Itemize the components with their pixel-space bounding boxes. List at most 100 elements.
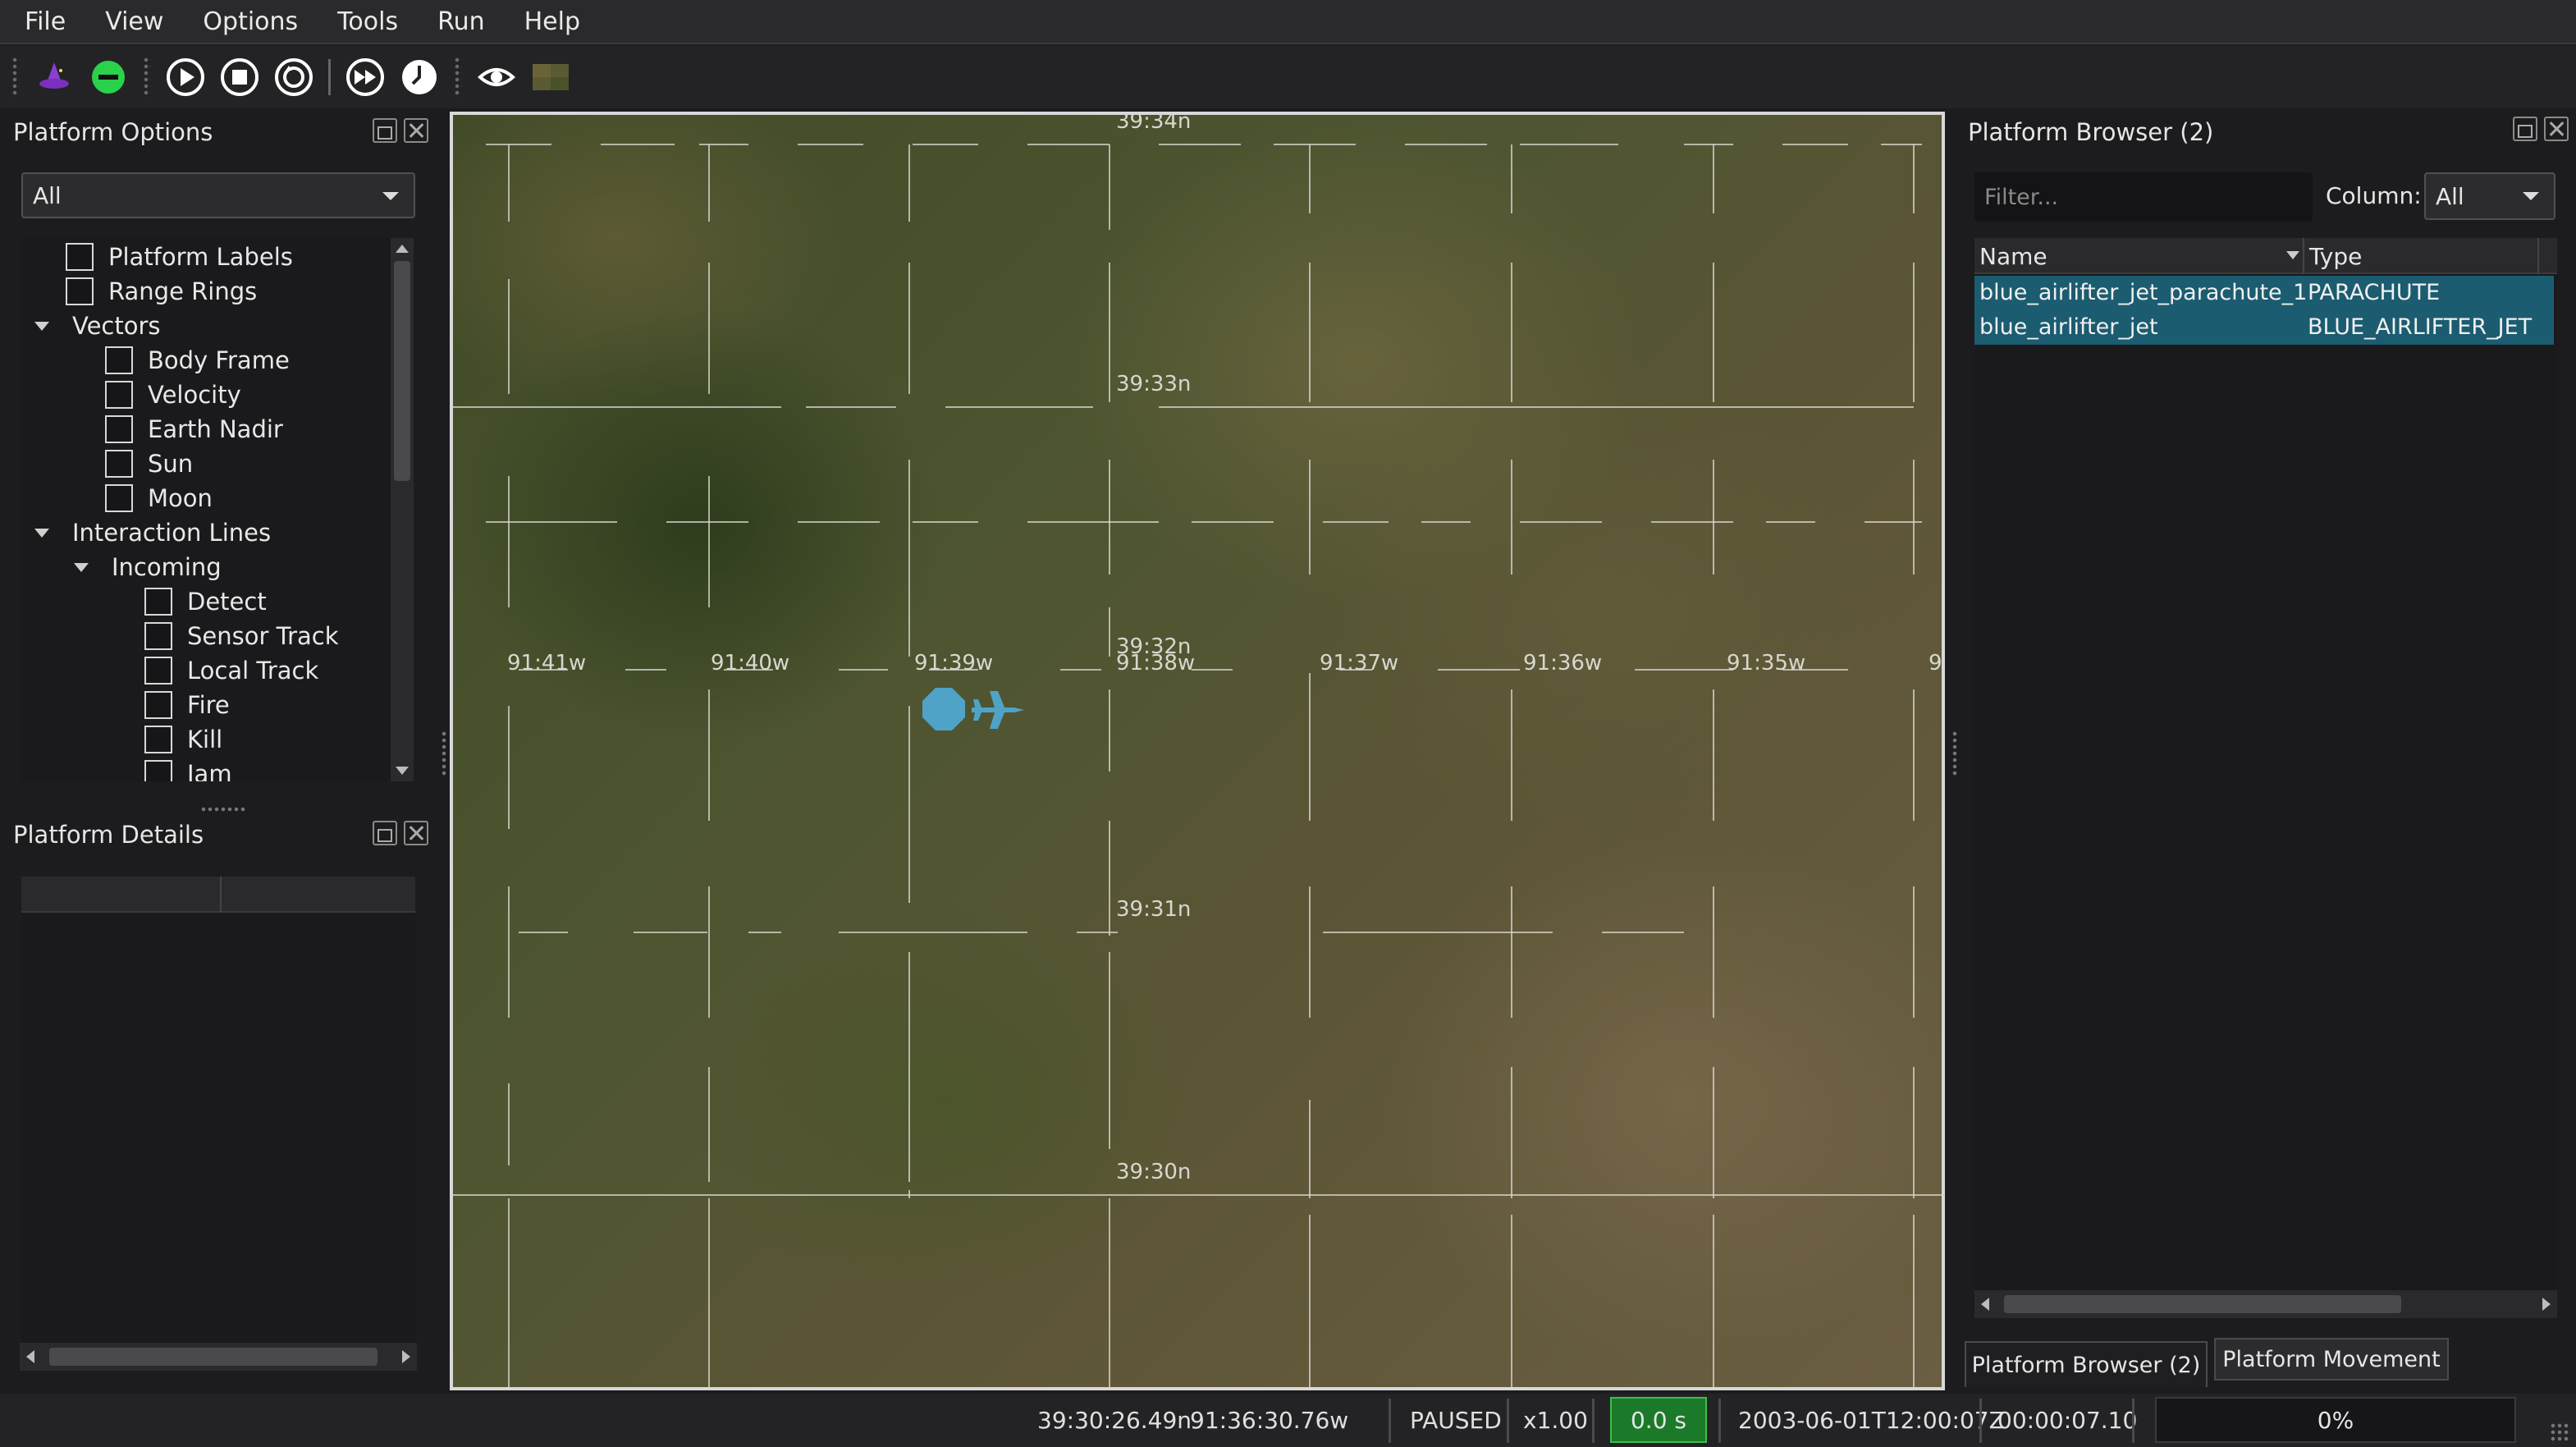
column-divider[interactable]: [220, 877, 222, 913]
menu-run[interactable]: Run: [413, 7, 500, 36]
option-body-frame[interactable]: Body Frame: [105, 343, 290, 378]
details-horizontal-scrollbar[interactable]: [20, 1343, 417, 1371]
tree-group-incoming[interactable]: Incoming: [74, 550, 222, 584]
play-icon[interactable]: [166, 57, 205, 97]
tree-group-interaction-lines[interactable]: Interaction Lines: [34, 515, 271, 550]
checkbox[interactable]: [105, 415, 133, 443]
checkbox[interactable]: [144, 760, 172, 781]
platform-options-filter-select[interactable]: All: [21, 172, 415, 218]
scroll-right-icon[interactable]: [2542, 1298, 2551, 1311]
scroll-left-icon[interactable]: [1981, 1298, 1989, 1311]
menu-options[interactable]: Options: [178, 7, 313, 36]
checkbox[interactable]: [144, 588, 172, 616]
map-view[interactable]: 39:34n 39:33n 39:32n 39:31n 39:30n 91:41…: [450, 112, 1945, 1390]
browser-horizontal-scrollbar[interactable]: [1974, 1290, 2557, 1318]
jet-platform-icon[interactable]: [972, 691, 1024, 729]
checkbox[interactable]: [105, 450, 133, 478]
table-row[interactable]: blue_airlifter_jet BLUE_AIRLIFTER_JET: [1974, 310, 2554, 345]
toolbar-grip[interactable]: [11, 57, 20, 98]
tab-platform-browser[interactable]: Platform Browser (2): [1965, 1341, 2208, 1387]
option-jam[interactable]: Jam: [144, 757, 232, 781]
checkbox[interactable]: [105, 484, 133, 512]
tree-group-vectors[interactable]: Vectors: [34, 309, 161, 343]
parachute-platform-icon[interactable]: [922, 688, 965, 730]
column-divider[interactable]: [2303, 238, 2304, 274]
option-earth-nadir[interactable]: Earth Nadir: [105, 412, 283, 446]
wizard-icon[interactable]: [34, 57, 74, 97]
scroll-down-icon[interactable]: [396, 767, 409, 775]
float-icon[interactable]: [2513, 117, 2537, 141]
header-name[interactable]: Name: [1979, 243, 2048, 270]
map-tile-icon[interactable]: [531, 57, 570, 97]
scrollbar-thumb[interactable]: [49, 1348, 377, 1366]
option-platform-labels[interactable]: Platform Labels: [66, 240, 293, 274]
tree-scrollbar[interactable]: [391, 238, 414, 781]
stop-icon[interactable]: [220, 57, 259, 97]
option-kill[interactable]: Kill: [144, 722, 222, 757]
toolbar-grip[interactable]: [454, 57, 462, 98]
filter-input[interactable]: Filter...: [1974, 172, 2313, 222]
menu-help[interactable]: Help: [500, 7, 595, 36]
checkbox[interactable]: [144, 691, 172, 719]
map-splitter-left[interactable]: [441, 730, 447, 776]
platform-options-title: Platform Options: [13, 118, 213, 146]
checkbox[interactable]: [144, 657, 172, 685]
toolbar: [0, 46, 2576, 108]
float-icon[interactable]: [373, 118, 397, 143]
scrollbar-thumb[interactable]: [2004, 1295, 2401, 1313]
tree-item-label: Interaction Lines: [72, 519, 272, 547]
option-sensor-track[interactable]: Sensor Track: [144, 619, 339, 653]
window-resize-grip[interactable]: [2550, 1422, 2571, 1444]
status-sim-time: 0.0 s: [1610, 1397, 1707, 1443]
option-detect[interactable]: Detect: [144, 584, 267, 619]
checkbox[interactable]: [66, 277, 94, 305]
close-icon[interactable]: [404, 118, 428, 143]
checkbox[interactable]: [105, 381, 133, 409]
chevron-down-icon: [2523, 192, 2539, 200]
scroll-up-icon[interactable]: [396, 245, 409, 253]
eye-icon[interactable]: [477, 57, 516, 97]
status-separator: [1507, 1399, 1509, 1443]
option-range-rings[interactable]: Range Rings: [66, 274, 257, 309]
float-icon[interactable]: [373, 821, 397, 845]
menu-tools[interactable]: Tools: [313, 7, 413, 36]
lat-label: 39:34n: [1116, 115, 1191, 134]
checkbox[interactable]: [105, 346, 133, 374]
checkbox[interactable]: [144, 726, 172, 753]
toolbar-separator: [328, 59, 331, 95]
option-moon[interactable]: Moon: [105, 481, 213, 515]
menu-file[interactable]: File: [0, 7, 80, 36]
checkbox[interactable]: [144, 622, 172, 650]
restart-icon[interactable]: [274, 57, 313, 97]
option-fire[interactable]: Fire: [144, 688, 230, 722]
status-bar: 39:30:26.49n 91:36:30.76w PAUSED x1.00 0…: [0, 1394, 2576, 1447]
option-velocity[interactable]: Velocity: [105, 378, 241, 412]
toolbar-grip[interactable]: [143, 57, 151, 98]
expand-arrow-icon[interactable]: [34, 528, 49, 538]
tree-item-label: Detect: [187, 588, 267, 616]
tab-platform-movement[interactable]: Platform Movement: [2214, 1338, 2449, 1381]
platform-marker[interactable]: [922, 688, 1024, 730]
status-datetime: 2003-06-01T12:00:07Z: [1738, 1407, 2005, 1434]
scroll-left-icon[interactable]: [26, 1350, 34, 1363]
expand-arrow-icon[interactable]: [74, 562, 89, 572]
header-type[interactable]: Type: [2309, 243, 2362, 270]
scrollbar-thumb[interactable]: [394, 261, 410, 481]
expand-arrow-icon[interactable]: [34, 321, 49, 331]
menu-view[interactable]: View: [80, 7, 178, 36]
column-divider[interactable]: [2537, 238, 2539, 274]
scroll-right-icon[interactable]: [402, 1350, 410, 1363]
table-row[interactable]: blue_airlifter_jet_parachute_1 PARACHUTE: [1974, 276, 2554, 310]
checkbox[interactable]: [66, 243, 94, 271]
tree-item-label: Sun: [148, 450, 194, 478]
option-local-track[interactable]: Local Track: [144, 653, 318, 688]
close-icon[interactable]: [2544, 117, 2569, 141]
clock-icon[interactable]: [400, 57, 439, 97]
map-splitter-right[interactable]: [1951, 730, 1958, 776]
option-sun[interactable]: Sun: [105, 446, 193, 481]
fast-forward-icon[interactable]: [345, 57, 385, 97]
close-icon[interactable]: [404, 821, 428, 845]
minus-circle-icon[interactable]: [89, 57, 128, 97]
dock-splitter-handle[interactable]: [200, 806, 246, 813]
column-select[interactable]: All: [2424, 172, 2555, 220]
